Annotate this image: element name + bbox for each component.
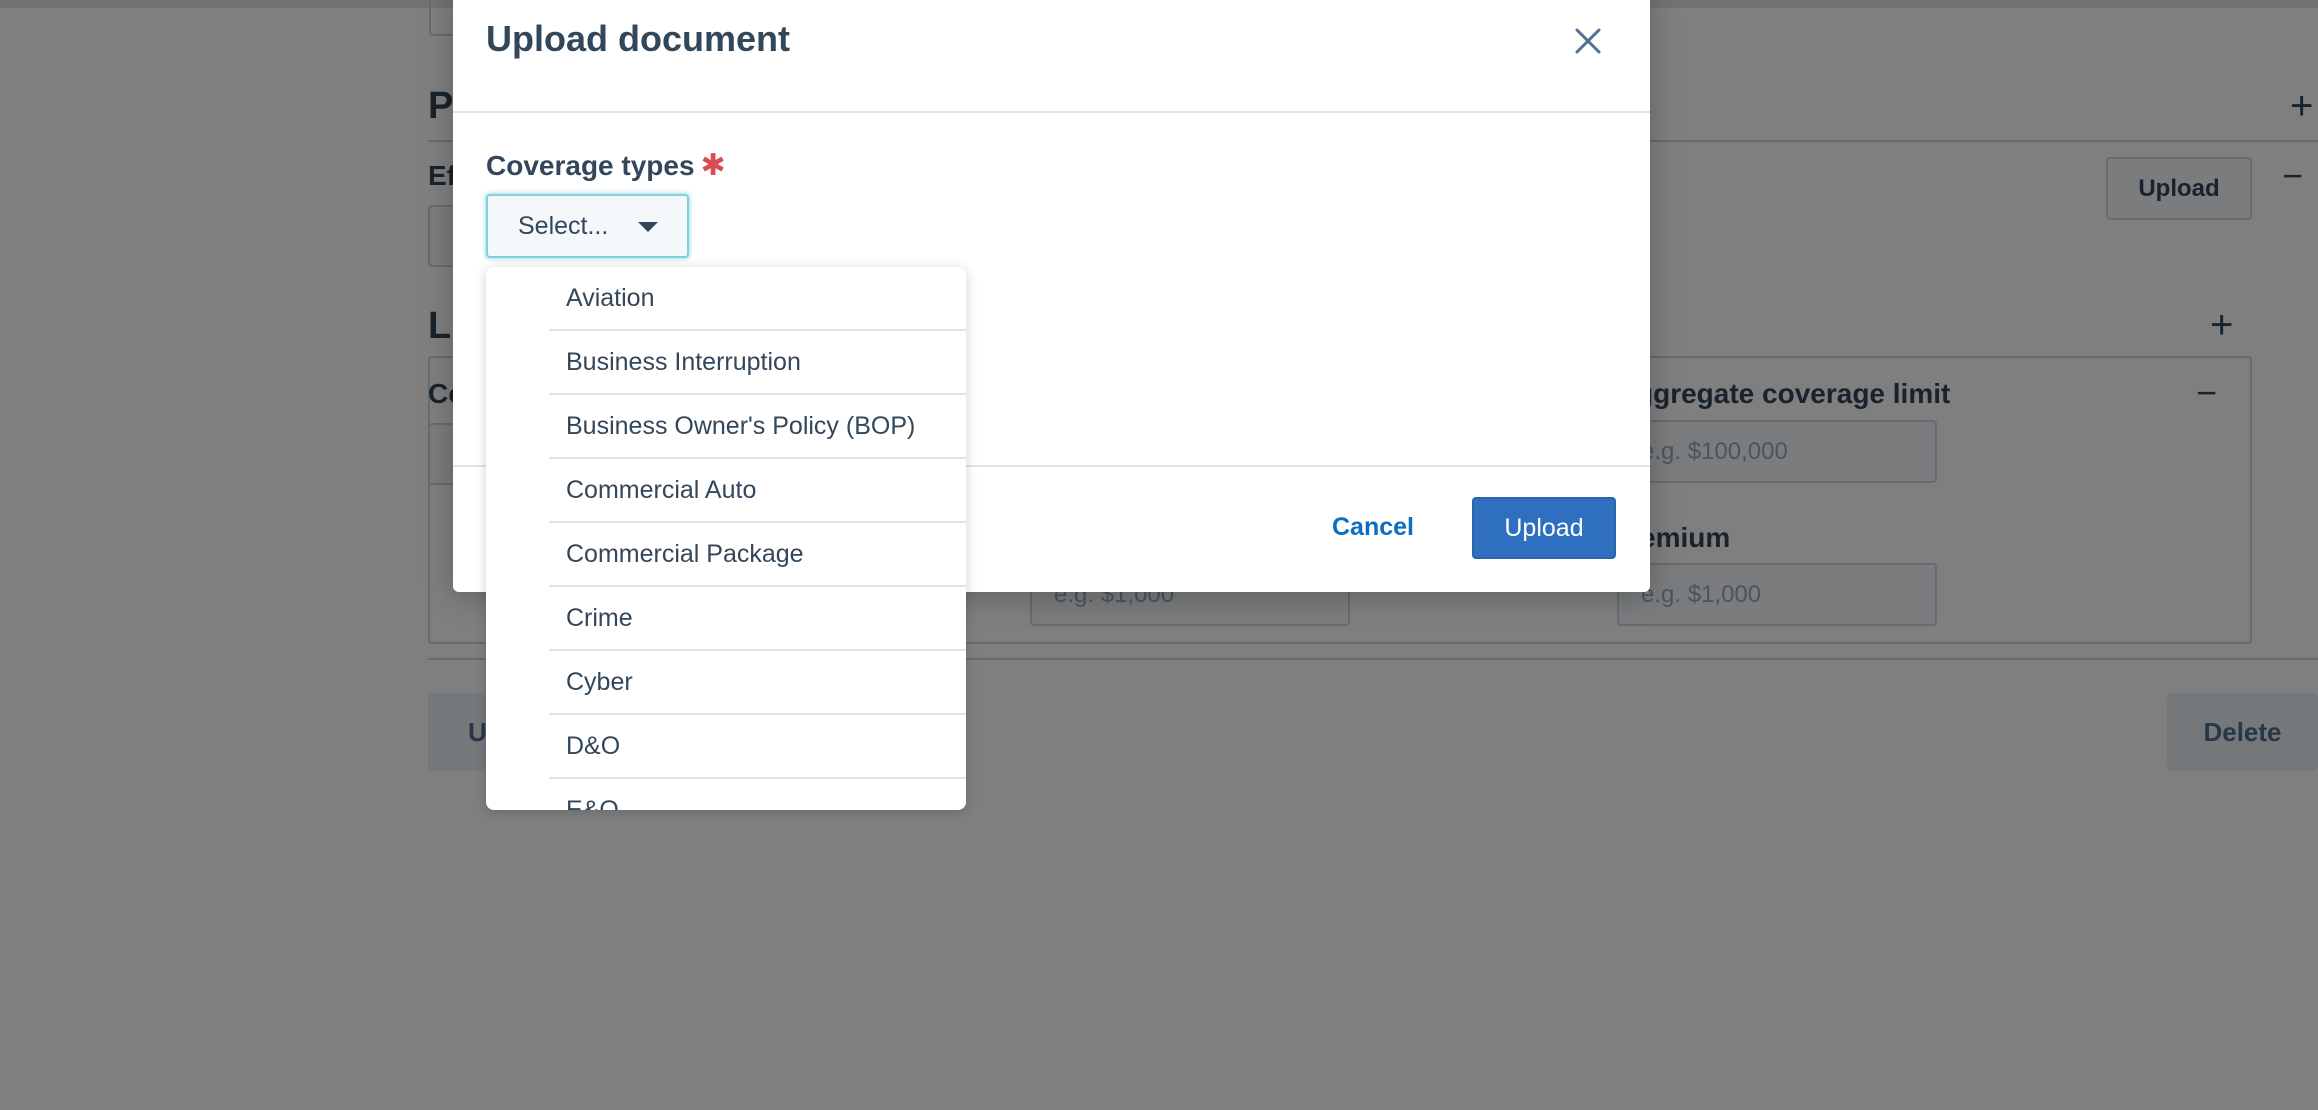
dropdown-option-commercial-package[interactable]: Commercial Package (549, 523, 966, 587)
required-asterisk-icon: ✱ (700, 149, 726, 182)
close-icon (1575, 28, 1601, 54)
dropdown-option-e-and-o[interactable]: E&O (549, 779, 966, 811)
dropdown-option-crime[interactable]: Crime (549, 587, 966, 651)
dropdown-option-aviation[interactable]: Aviation (549, 267, 966, 331)
coverage-types-label: Coverage types ✱ (486, 148, 726, 183)
coverage-types-dropdown[interactable]: Aviation Business Interruption Business … (486, 267, 966, 810)
select-placeholder: Select... (518, 211, 609, 240)
dropdown-option-commercial-auto[interactable]: Commercial Auto (549, 459, 966, 523)
close-button[interactable] (1563, 16, 1613, 66)
caret-down-icon (638, 222, 658, 232)
modal-header: Upload document (453, 0, 1650, 113)
cancel-button[interactable]: Cancel (1323, 497, 1423, 557)
upload-button[interactable]: Upload (1472, 497, 1616, 559)
dropdown-option-business-interruption[interactable]: Business Interruption (549, 331, 966, 395)
coverage-types-label-text: Coverage types (486, 150, 695, 181)
dropdown-option-bop[interactable]: Business Owner's Policy (BOP) (549, 395, 966, 459)
dropdown-option-cyber[interactable]: Cyber (549, 651, 966, 715)
coverage-types-select[interactable]: Select... (486, 194, 689, 258)
modal-title: Upload document (486, 18, 790, 59)
dropdown-option-d-and-o[interactable]: D&O (549, 715, 966, 779)
